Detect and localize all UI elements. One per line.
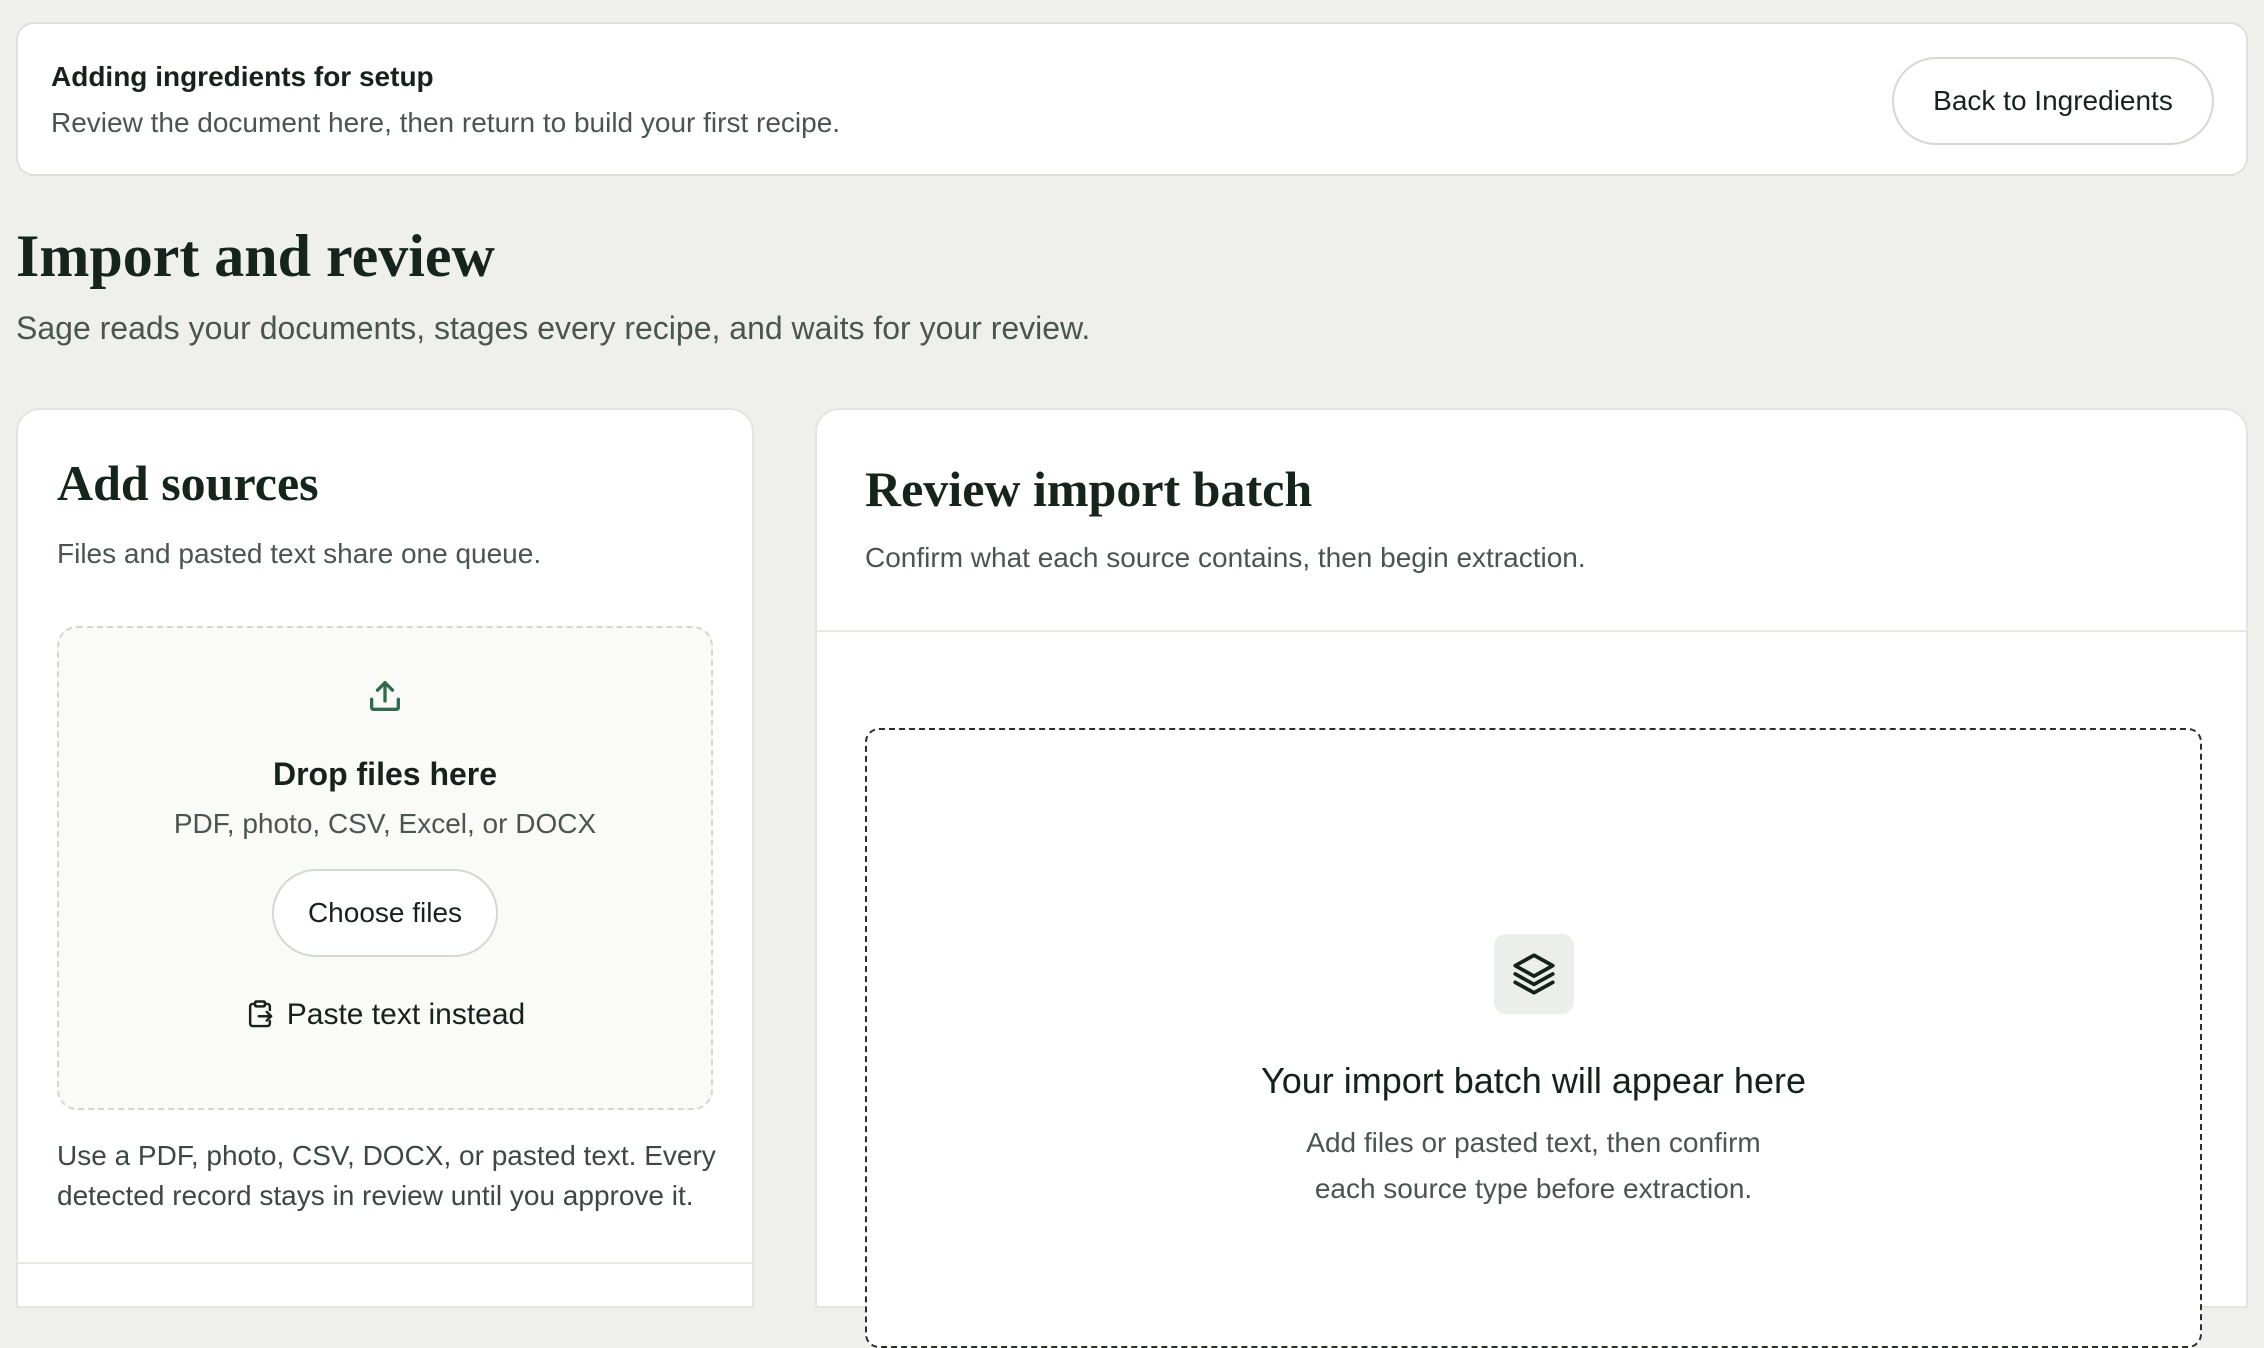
choose-files-button[interactable]: Choose files xyxy=(272,869,498,957)
layers-icon xyxy=(1512,953,1555,995)
review-import-title: Review import batch xyxy=(865,461,1313,517)
add-sources-card: Add sources Files and pasted text share … xyxy=(16,408,754,1308)
setup-banner: Adding ingredients for setup Review the … xyxy=(16,22,2248,176)
empty-state-description: Add files or pasted text, then confirm e… xyxy=(1306,1127,1761,1204)
divider xyxy=(18,1262,752,1264)
layers-icon-tile xyxy=(1493,934,1574,1014)
empty-state-title: Your import batch will appear here xyxy=(1261,1060,1806,1101)
upload-icon xyxy=(370,681,400,711)
page-subtitle: Sage reads your documents, stages every … xyxy=(16,310,1091,346)
file-dropzone[interactable]: Drop files here PDF, photo, CSV, Excel, … xyxy=(57,626,713,1110)
banner-subtitle: Review the document here, then return to… xyxy=(51,107,841,138)
paste-text-label: Paste text instead xyxy=(286,998,526,1031)
dropzone-formats: PDF, photo, CSV, Excel, or DOCX xyxy=(173,808,597,839)
paste-text-button[interactable]: Paste text instead xyxy=(59,998,711,1032)
dropzone-title: Drop files here xyxy=(272,756,498,792)
import-batch-empty-state: Your import batch will appear here Add f… xyxy=(865,728,2202,1348)
review-import-card: Review import batch Confirm what each so… xyxy=(815,408,2248,1348)
page-title: Import and review xyxy=(16,223,495,289)
divider xyxy=(817,630,2246,632)
review-import-subtitle: Confirm what each source contains, then … xyxy=(865,542,1586,573)
back-to-ingredients-button[interactable]: Back to Ingredients xyxy=(1892,57,2214,145)
add-sources-title: Add sources xyxy=(57,455,319,511)
sources-help-text: Use a PDF, photo, CSV, DOCX, or pasted t… xyxy=(57,1140,716,1211)
clipboard-paste-icon xyxy=(248,1000,273,1028)
add-sources-subtitle: Files and pasted text share one queue. xyxy=(57,538,542,569)
banner-title: Adding ingredients for setup xyxy=(51,61,434,92)
